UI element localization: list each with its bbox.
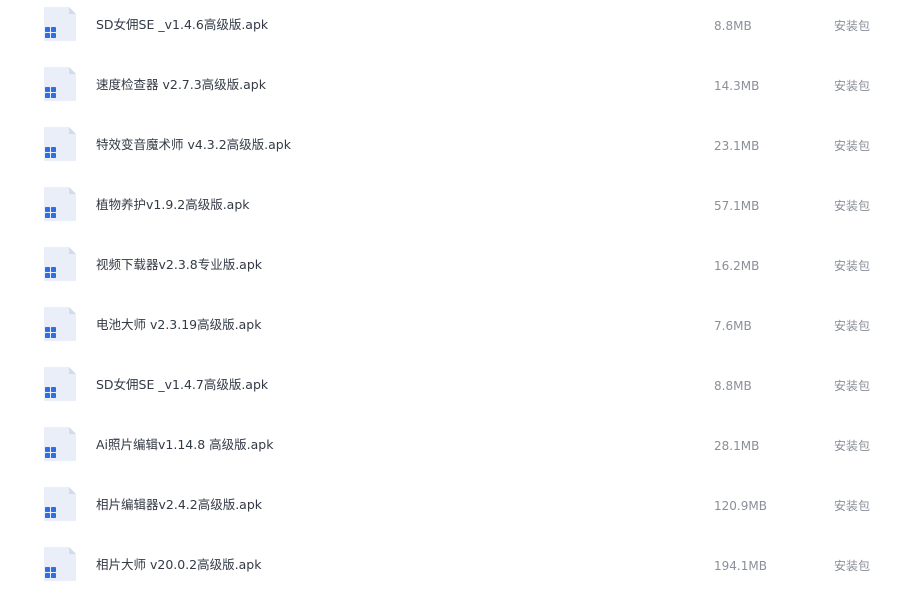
- file-row[interactable]: Ai照片编辑v1.14.8 高级版.apk 28.1MB 安装包: [0, 420, 904, 480]
- file-row[interactable]: 特效变音魔术师 v4.3.2高级版.apk 23.1MB 安装包: [0, 120, 904, 180]
- file-size: 8.8MB: [714, 379, 752, 393]
- file-name: 视频下载器v2.3.8专业版.apk: [96, 257, 263, 272]
- file-type: 安装包: [834, 379, 871, 393]
- file-name: 相片编辑器v2.4.2高级版.apk: [96, 497, 263, 512]
- file-type: 安装包: [834, 19, 871, 33]
- apk-file-icon: [42, 126, 78, 162]
- file-row[interactable]: 相片编辑器v2.4.2高级版.apk 120.9MB 安装包: [0, 480, 904, 540]
- file-name: 特效变音魔术师 v4.3.2高级版.apk: [96, 137, 291, 152]
- file-list: SD女佣SE _v1.4.6高级版.apk 8.8MB 安装包 速度检查器 v2…: [0, 0, 904, 610]
- file-row[interactable]: 速度检查器 v2.7.3高级版.apk 14.3MB 安装包: [0, 60, 904, 120]
- apk-file-icon: [42, 546, 78, 582]
- file-size: 7.6MB: [714, 319, 752, 333]
- apk-file-icon: [42, 366, 78, 402]
- file-name: 速度检查器 v2.7.3高级版.apk: [96, 77, 266, 92]
- file-row[interactable]: 电池大师 v2.3.19高级版.apk 7.6MB 安装包: [0, 300, 904, 360]
- file-size: 28.1MB: [714, 439, 760, 453]
- file-name: SD女佣SE _v1.4.7高级版.apk: [96, 377, 269, 392]
- apk-file-icon: [42, 186, 78, 222]
- file-type: 安装包: [834, 139, 871, 153]
- file-row[interactable]: 相片大师 v20.0.2高级版.apk 194.1MB 安装包: [0, 540, 904, 600]
- file-size: 16.2MB: [714, 259, 760, 273]
- file-name: 相片大师 v20.0.2高级版.apk: [96, 557, 262, 572]
- file-row[interactable]: SD女佣SE _v1.4.7高级版.apk 8.8MB 安装包: [0, 360, 904, 420]
- file-row[interactable]: 视频下载器v2.3.8专业版.apk 16.2MB 安装包: [0, 240, 904, 300]
- file-row[interactable]: SD女佣SE _v1.4.6高级版.apk 8.8MB 安装包: [0, 0, 904, 60]
- file-size: 23.1MB: [714, 139, 760, 153]
- file-size: 8.8MB: [714, 19, 752, 33]
- file-size: 57.1MB: [714, 199, 760, 213]
- file-type: 安装包: [834, 199, 871, 213]
- file-type: 安装包: [834, 499, 871, 513]
- file-row[interactable]: 植物养护v1.9.2高级版.apk 57.1MB 安装包: [0, 180, 904, 240]
- file-name: Ai照片编辑v1.14.8 高级版.apk: [96, 437, 274, 452]
- apk-file-icon: [42, 6, 78, 42]
- file-type: 安装包: [834, 559, 871, 573]
- apk-file-icon: [42, 66, 78, 102]
- file-name: 电池大师 v2.3.19高级版.apk: [96, 317, 262, 332]
- file-name: SD女佣SE _v1.4.6高级版.apk: [96, 17, 269, 32]
- apk-file-icon: [42, 486, 78, 522]
- file-type: 安装包: [834, 79, 871, 93]
- file-type: 安装包: [834, 439, 871, 453]
- apk-file-icon: [42, 246, 78, 282]
- file-type: 安装包: [834, 259, 871, 273]
- apk-file-icon: [42, 426, 78, 462]
- file-name: 植物养护v1.9.2高级版.apk: [96, 197, 250, 212]
- apk-file-icon: [42, 306, 78, 342]
- file-size: 194.1MB: [714, 559, 767, 573]
- file-type: 安装包: [834, 319, 871, 333]
- file-size: 14.3MB: [714, 79, 760, 93]
- file-size: 120.9MB: [714, 499, 767, 513]
